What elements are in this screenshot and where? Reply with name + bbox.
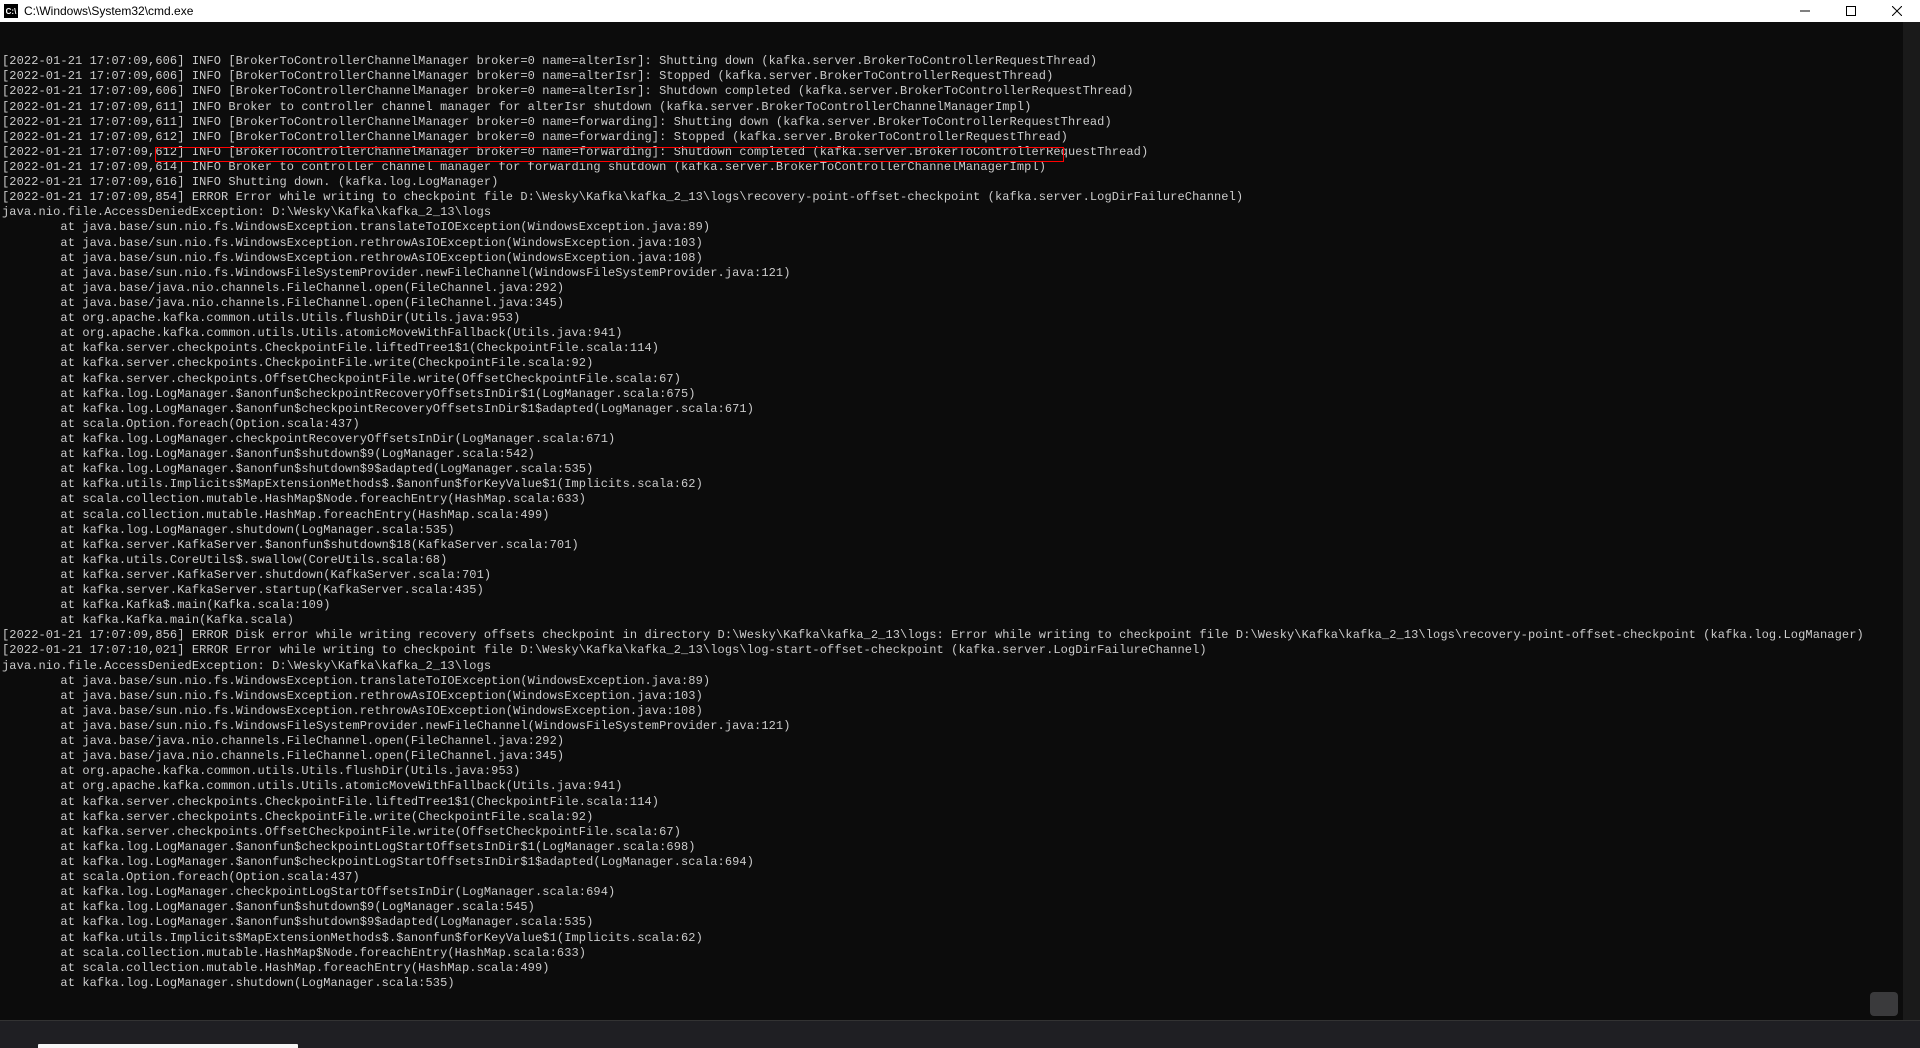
log-line: at kafka.log.LogManager.$anonfun$shutdow… xyxy=(2,900,1918,915)
log-line: at kafka.log.LogManager.$anonfun$checkpo… xyxy=(2,402,1918,417)
log-line: at kafka.log.LogManager.$anonfun$shutdow… xyxy=(2,447,1918,462)
log-line: at scala.collection.mutable.HashMap.fore… xyxy=(2,961,1918,976)
log-line: at java.base/sun.nio.fs.WindowsFileSyste… xyxy=(2,266,1918,281)
log-line: at kafka.server.checkpoints.OffsetCheckp… xyxy=(2,372,1918,387)
log-line: at java.base/sun.nio.fs.WindowsException… xyxy=(2,674,1918,689)
log-line: at kafka.log.LogManager.$anonfun$shutdow… xyxy=(2,462,1918,477)
log-line: at scala.Option.foreach(Option.scala:437… xyxy=(2,870,1918,885)
log-line: at kafka.log.LogManager.checkpointLogSta… xyxy=(2,885,1918,900)
log-line: at java.base/sun.nio.fs.WindowsFileSyste… xyxy=(2,719,1918,734)
log-line: at kafka.server.checkpoints.CheckpointFi… xyxy=(2,356,1918,371)
log-line: [2022-01-21 17:07:09,614] INFO Broker to… xyxy=(2,160,1918,175)
cmd-icon: C:\ xyxy=(4,4,18,18)
log-line: java.nio.file.AccessDeniedException: D:\… xyxy=(2,205,1918,220)
titlebar-left: C:\ C:\Windows\System32\cmd.exe xyxy=(4,4,193,18)
log-line: at java.base/java.nio.channels.FileChann… xyxy=(2,296,1918,311)
log-line: [2022-01-21 17:07:09,854] ERROR Error wh… xyxy=(2,190,1918,205)
log-line: at kafka.server.checkpoints.OffsetCheckp… xyxy=(2,825,1918,840)
log-line: [2022-01-21 17:07:09,606] INFO [BrokerTo… xyxy=(2,69,1918,84)
taskbar-active-indicator xyxy=(38,1044,298,1048)
log-line: at kafka.log.LogManager.$anonfun$shutdow… xyxy=(2,915,1918,930)
log-line: at kafka.log.LogManager.shutdown(LogMana… xyxy=(2,976,1918,991)
log-line: at java.base/sun.nio.fs.WindowsException… xyxy=(2,236,1918,251)
titlebar-controls xyxy=(1782,0,1920,22)
log-line: at kafka.utils.Implicits$MapExtensionMet… xyxy=(2,931,1918,946)
taskbar[interactable] xyxy=(0,1020,1920,1048)
log-line: at java.base/java.nio.channels.FileChann… xyxy=(2,281,1918,296)
log-line: [2022-01-21 17:07:09,606] INFO [BrokerTo… xyxy=(2,84,1918,99)
log-line: at kafka.utils.CoreUtils$.swallow(CoreUt… xyxy=(2,553,1918,568)
window-title: C:\Windows\System32\cmd.exe xyxy=(24,4,193,18)
log-line: [2022-01-21 17:07:09,606] INFO [BrokerTo… xyxy=(2,54,1918,69)
log-line: at kafka.server.checkpoints.CheckpointFi… xyxy=(2,795,1918,810)
log-line: at java.base/java.nio.channels.FileChann… xyxy=(2,734,1918,749)
log-line: at kafka.server.checkpoints.CheckpointFi… xyxy=(2,341,1918,356)
log-line: at kafka.log.LogManager.$anonfun$checkpo… xyxy=(2,855,1918,870)
window-titlebar[interactable]: C:\ C:\Windows\System32\cmd.exe xyxy=(0,0,1920,22)
log-line: [2022-01-21 17:07:10,021] ERROR Error wh… xyxy=(2,643,1918,658)
log-line: [2022-01-21 17:07:09,612] INFO [BrokerTo… xyxy=(2,145,1918,160)
log-line: at kafka.Kafka$.main(Kafka.scala:109) xyxy=(2,598,1918,613)
log-line: [2022-01-21 17:07:09,856] ERROR Disk err… xyxy=(2,628,1918,643)
log-line: at kafka.log.LogManager.$anonfun$checkpo… xyxy=(2,840,1918,855)
log-line: at java.base/sun.nio.fs.WindowsException… xyxy=(2,220,1918,235)
log-line: at java.base/sun.nio.fs.WindowsException… xyxy=(2,689,1918,704)
log-line: at scala.Option.foreach(Option.scala:437… xyxy=(2,417,1918,432)
log-line: at kafka.server.KafkaServer.$anonfun$shu… xyxy=(2,538,1918,553)
log-line: at kafka.server.KafkaServer.shutdown(Kaf… xyxy=(2,568,1918,583)
log-line: at kafka.utils.Implicits$MapExtensionMet… xyxy=(2,477,1918,492)
close-icon xyxy=(1892,6,1902,16)
log-line: at scala.collection.mutable.HashMap$Node… xyxy=(2,492,1918,507)
log-line: at kafka.server.checkpoints.CheckpointFi… xyxy=(2,810,1918,825)
log-line: at java.base/sun.nio.fs.WindowsException… xyxy=(2,251,1918,266)
maximize-icon xyxy=(1846,6,1856,16)
vertical-scrollbar[interactable] xyxy=(1903,22,1920,1020)
assistant-badge-icon[interactable] xyxy=(1870,992,1898,1016)
log-line: [2022-01-21 17:07:09,612] INFO [BrokerTo… xyxy=(2,130,1918,145)
log-line: at org.apache.kafka.common.utils.Utils.f… xyxy=(2,764,1918,779)
log-line: at kafka.Kafka.main(Kafka.scala) xyxy=(2,613,1918,628)
log-line: at kafka.log.LogManager.checkpointRecove… xyxy=(2,432,1918,447)
log-line: [2022-01-21 17:07:09,611] INFO Broker to… xyxy=(2,100,1918,115)
log-line: at org.apache.kafka.common.utils.Utils.a… xyxy=(2,779,1918,794)
log-line: [2022-01-21 17:07:09,616] INFO Shutting … xyxy=(2,175,1918,190)
log-line: at kafka.log.LogManager.shutdown(LogMana… xyxy=(2,523,1918,538)
log-line: at scala.collection.mutable.HashMap.fore… xyxy=(2,508,1918,523)
log-line: at kafka.log.LogManager.$anonfun$checkpo… xyxy=(2,387,1918,402)
log-line: [2022-01-21 17:07:09,611] INFO [BrokerTo… xyxy=(2,115,1918,130)
console-output[interactable]: [2022-01-21 17:07:09,606] INFO [BrokerTo… xyxy=(0,22,1920,1020)
maximize-button[interactable] xyxy=(1828,0,1874,22)
log-line: at org.apache.kafka.common.utils.Utils.f… xyxy=(2,311,1918,326)
log-line: at org.apache.kafka.common.utils.Utils.a… xyxy=(2,326,1918,341)
log-line: java.nio.file.AccessDeniedException: D:\… xyxy=(2,659,1918,674)
log-line: at scala.collection.mutable.HashMap$Node… xyxy=(2,946,1918,961)
log-line: at java.base/sun.nio.fs.WindowsException… xyxy=(2,704,1918,719)
log-line: at java.base/java.nio.channels.FileChann… xyxy=(2,749,1918,764)
log-line: at kafka.server.KafkaServer.startup(Kafk… xyxy=(2,583,1918,598)
minimize-icon xyxy=(1800,6,1810,16)
close-button[interactable] xyxy=(1874,0,1920,22)
minimize-button[interactable] xyxy=(1782,0,1828,22)
